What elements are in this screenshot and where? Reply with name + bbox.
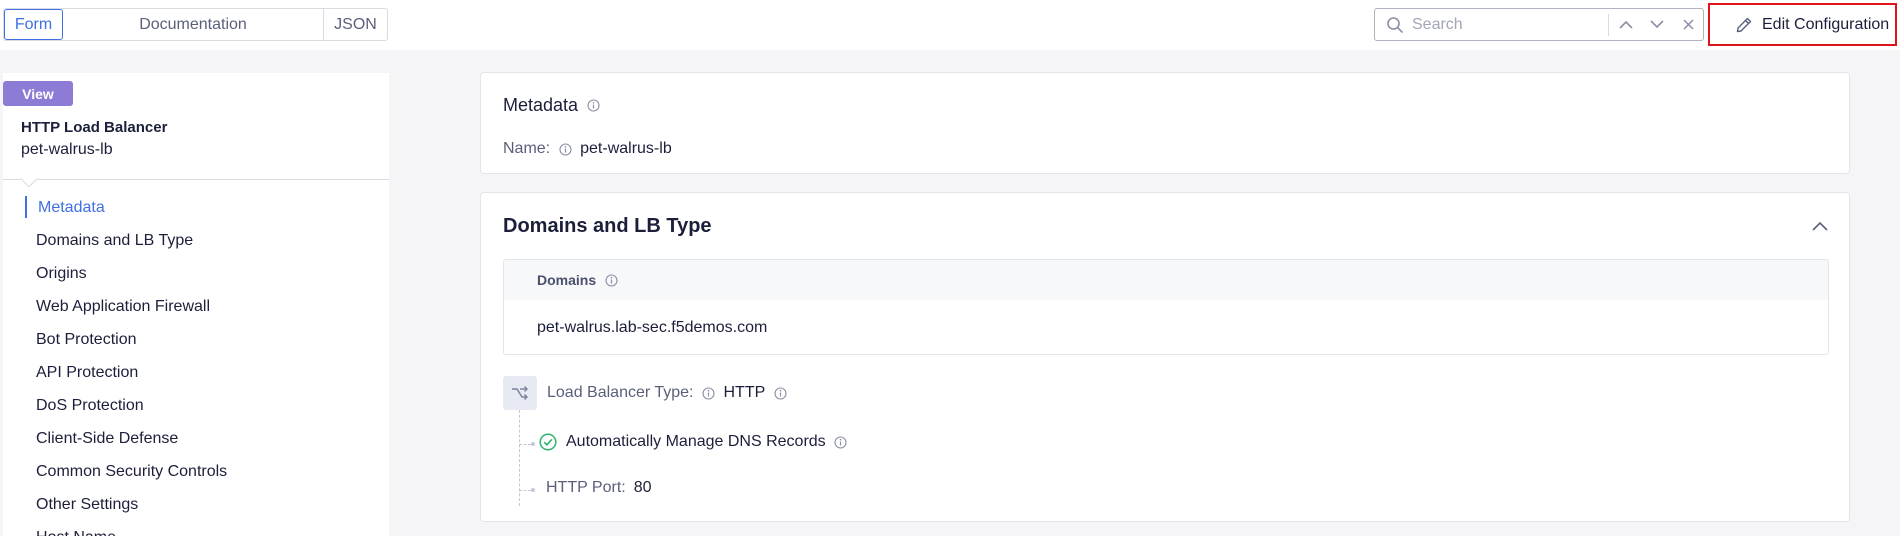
sidebar-item-metadata[interactable]: Metadata [3, 191, 389, 224]
info-icon[interactable] [604, 273, 618, 287]
http-port-value: 80 [633, 479, 652, 496]
tab-form[interactable]: Form [4, 9, 63, 40]
tree-branch [519, 490, 531, 491]
info-icon[interactable] [701, 386, 715, 400]
table-row: pet-walrus.lab-sec.f5demos.com [537, 319, 768, 336]
domains-table: Domains pet-walrus.lab-sec.f5demos.com [503, 259, 1829, 355]
lb-type-field: Load Balancer Type: HTTP [503, 376, 787, 410]
info-icon[interactable] [834, 435, 848, 449]
metadata-title: Metadata [503, 95, 579, 115]
sidebar-item-host-name[interactable]: Host Name [3, 521, 389, 536]
check-circle-icon [539, 433, 557, 451]
tree-dot [531, 442, 535, 446]
edit-configuration-label: Edit Configuration [1762, 15, 1890, 33]
sidebar-item-common-security-controls[interactable]: Common Security Controls [3, 455, 389, 488]
edit-configuration-button[interactable]: Edit Configuration [1708, 3, 1897, 46]
pencil-icon [1734, 15, 1754, 35]
http-port-field: HTTP Port: 80 [546, 479, 652, 497]
sidebar-item-bot-protection[interactable]: Bot Protection [3, 323, 389, 356]
view-badge: View [3, 81, 73, 106]
object-name: pet-walrus-lb [21, 141, 113, 158]
sidebar-divider [3, 179, 389, 180]
domains-header-label: Domains [537, 272, 597, 288]
search-icon [1384, 14, 1406, 36]
sidebar-item-origins[interactable]: Origins [3, 257, 389, 290]
chevron-up-icon[interactable] [1612, 11, 1640, 39]
chevron-down-icon[interactable] [1643, 11, 1671, 39]
search-input[interactable] [1412, 15, 1602, 34]
collapse-chevron-icon[interactable] [1811, 219, 1829, 233]
sidebar-item-domains-lb-type[interactable]: Domains and LB Type [3, 224, 389, 257]
search-divider [1608, 13, 1609, 36]
domains-lb-type-title: Domains and LB Type [503, 215, 712, 237]
info-icon[interactable] [558, 142, 572, 156]
lb-type-value: HTTP [723, 384, 766, 401]
view-mode-tabs: Form Documentation JSON [3, 8, 388, 41]
http-port-label: HTTP Port: [546, 479, 626, 496]
domains-header: Domains [504, 260, 1828, 300]
tab-documentation[interactable]: Documentation [63, 9, 324, 40]
close-icon[interactable] [1674, 11, 1702, 39]
top-bar: Form Documentation JSON Edit Configurati… [0, 0, 1900, 50]
tab-json[interactable]: JSON [324, 9, 387, 40]
info-icon[interactable] [586, 99, 600, 113]
info-icon[interactable] [773, 386, 787, 400]
sidebar-item-client-side-defense[interactable]: Client-Side Defense [3, 422, 389, 455]
tree-branch [519, 444, 531, 445]
sidebar-notch [20, 170, 38, 188]
metadata-title-row: Metadata [503, 95, 600, 116]
section-nav: Metadata Domains and LB Type Origins Web… [3, 191, 389, 536]
routing-icon [503, 376, 537, 410]
domains-lb-type-card: Domains and LB Type Domains pet-walrus.l… [480, 192, 1850, 522]
dns-management-field: Automatically Manage DNS Records [539, 433, 848, 451]
sidebar-item-api-protection[interactable]: API Protection [3, 356, 389, 389]
object-type: HTTP Load Balancer [21, 119, 168, 136]
lb-type-label: Load Balancer Type: [547, 384, 694, 401]
sidebar-item-dos-protection[interactable]: DoS Protection [3, 389, 389, 422]
sidebar: View HTTP Load Balancer pet-walrus-lb Me… [3, 73, 389, 536]
metadata-card: Metadata Name: pet-walrus-lb [480, 72, 1850, 174]
name-field: Name: pet-walrus-lb [503, 140, 672, 158]
sidebar-item-waf[interactable]: Web Application Firewall [3, 290, 389, 323]
name-value: pet-walrus-lb [580, 140, 672, 157]
dns-management-label: Automatically Manage DNS Records [566, 433, 826, 450]
search-box [1374, 8, 1704, 41]
name-label: Name: [503, 140, 551, 157]
tree-connector [519, 410, 520, 506]
tree-dot [531, 488, 535, 492]
sidebar-item-other-settings[interactable]: Other Settings [3, 488, 389, 521]
